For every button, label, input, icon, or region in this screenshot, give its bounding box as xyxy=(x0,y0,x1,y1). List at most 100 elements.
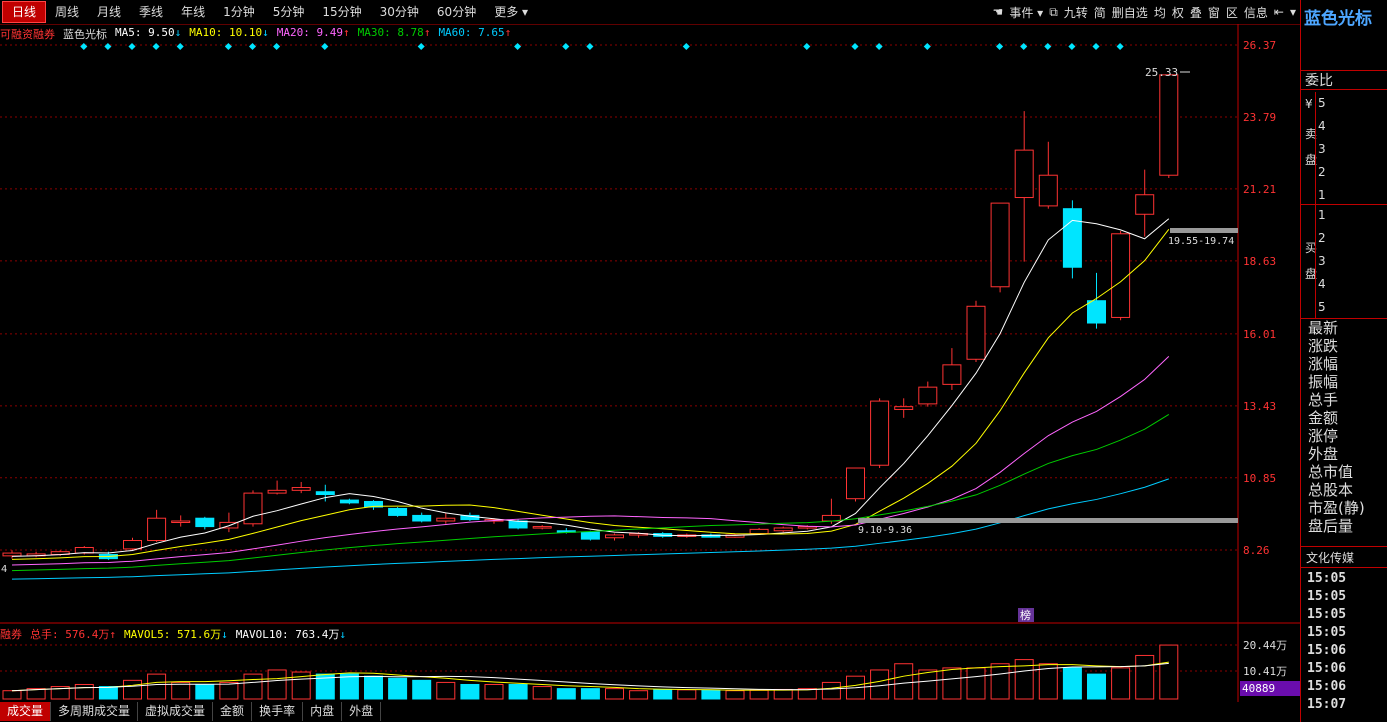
price-tick-label: 16.01 xyxy=(1243,328,1276,341)
quote-fields: 最新 涨跌 涨幅 振幅 总手 金额 涨停 外盘 总市值 总股本 市盈(静) 盘后… xyxy=(1301,318,1387,535)
volume-bar xyxy=(894,663,914,700)
candle-body xyxy=(267,489,287,494)
tab-inner-volume[interactable]: 内盘 xyxy=(303,702,343,721)
collapse-left-icon[interactable]: ⇤ xyxy=(1274,5,1284,19)
tab-outer-volume[interactable]: 外盘 xyxy=(342,702,382,721)
arrow-down-icon: ↓ xyxy=(174,26,182,39)
candle-body xyxy=(147,517,167,542)
price-tick-label: 18.63 xyxy=(1243,255,1276,268)
volume-bar xyxy=(388,677,408,700)
signal-marker xyxy=(417,42,425,51)
volume-bar xyxy=(460,683,480,700)
volume-bar xyxy=(219,681,239,700)
field-total-shares: 总股本 xyxy=(1308,481,1354,499)
tab-virtual-volume[interactable]: 虚拟成交量 xyxy=(138,702,214,721)
volume-bar xyxy=(339,673,359,700)
signal-marker xyxy=(176,42,184,51)
volume-bar xyxy=(123,679,142,700)
tab-1min[interactable]: 1分钟 xyxy=(214,2,264,22)
rank-badge: 榜 xyxy=(1020,608,1031,622)
nine-turn-button[interactable]: 九转 xyxy=(1064,4,1088,21)
volume-bar xyxy=(653,688,673,700)
tab-15min[interactable]: 15分钟 xyxy=(313,2,370,22)
trade-time: 15:06 xyxy=(1307,643,1347,658)
ma5-legend: MA5: 9.50↓ xyxy=(115,26,181,42)
candle-body xyxy=(532,526,552,529)
volume-bar xyxy=(725,690,745,700)
volume-bar xyxy=(171,681,191,700)
total-volume-legend: 总手: 576.4万↑ xyxy=(30,626,116,642)
chevron-down-icon: ▾ xyxy=(522,5,529,19)
rights-button[interactable]: 权 xyxy=(1172,4,1184,21)
indicator-name: 蓝色光标 xyxy=(63,28,107,41)
tab-amount[interactable]: 金额 xyxy=(213,702,253,721)
info-button[interactable]: 信息 xyxy=(1244,4,1268,21)
range-button[interactable]: 区 xyxy=(1226,4,1238,21)
ma60-value: MA60: 7.65 xyxy=(438,26,505,39)
arrow-up-icon: ↑ xyxy=(423,26,431,39)
sell-level: 3 xyxy=(1318,142,1326,156)
candle-body xyxy=(291,487,311,491)
tab-60min[interactable]: 60分钟 xyxy=(428,2,485,22)
tab-turnover[interactable]: 换手率 xyxy=(252,702,304,721)
volume-bar xyxy=(195,683,215,700)
menu-icon[interactable]: ▾ xyxy=(1290,5,1296,19)
candle-body xyxy=(1062,208,1082,268)
sector-label[interactable]: 文化传媒 xyxy=(1301,546,1387,568)
tab-yearly[interactable]: 年线 xyxy=(172,2,214,22)
support-band xyxy=(858,518,1238,523)
signal-marker xyxy=(586,42,594,51)
volume-bar xyxy=(147,673,167,700)
tab-5min[interactable]: 5分钟 xyxy=(264,2,314,22)
left-edge-label: 4 xyxy=(1,564,7,575)
signal-marker xyxy=(152,42,160,51)
high-price-label: 25.33 xyxy=(1145,66,1178,79)
volume-bar xyxy=(821,681,841,700)
hand-icon[interactable]: ☚ xyxy=(993,5,1004,19)
tab-30min[interactable]: 30分钟 xyxy=(371,2,428,22)
volume-tick-label: 20.44万 xyxy=(1243,639,1287,652)
chart-area[interactable]: 26.37 23.79 21.21 18.63 16.01 13.43 10.85 8.26 2… xyxy=(0,0,1300,722)
signal-marker xyxy=(104,42,112,51)
trade-time: 15:06 xyxy=(1307,679,1347,694)
volume-bar xyxy=(412,679,432,700)
tab-more[interactable]: 更多 ▾ xyxy=(485,2,537,22)
arrow-up-icon: ↑ xyxy=(504,26,512,39)
ma30-legend: MA30: 8.78↑ xyxy=(358,26,431,42)
trade-time: 15:05 xyxy=(1307,589,1347,604)
price-tick-label: 23.79 xyxy=(1243,111,1276,124)
sell-book: ¥ 卖 盘 5 4 3 2 1 xyxy=(1301,92,1387,207)
volume-bar xyxy=(749,689,769,700)
candle-body xyxy=(339,499,359,504)
candle-body xyxy=(171,520,191,523)
buy-level: 2 xyxy=(1318,231,1326,245)
ma60-legend: MA60: 7.65↑ xyxy=(438,26,511,42)
simple-button[interactable]: 简 xyxy=(1094,4,1106,21)
signal-marker xyxy=(1068,42,1076,51)
tab-weekly[interactable]: 周线 xyxy=(46,2,88,22)
window-button[interactable]: 窗 xyxy=(1208,4,1220,21)
event-button[interactable]: 事件 ▾ xyxy=(1009,4,1043,21)
candle-body xyxy=(412,514,432,522)
stock-name: 蓝色光标 xyxy=(1304,9,1372,29)
tab-quarterly[interactable]: 季线 xyxy=(130,2,172,22)
copy-icon[interactable]: ⧉ xyxy=(1049,5,1058,20)
remove-watchlist-button[interactable]: 删自选 xyxy=(1112,4,1148,21)
volume-bar xyxy=(1159,644,1179,700)
tab-monthly[interactable]: 月线 xyxy=(88,2,130,22)
tab-volume[interactable]: 成交量 xyxy=(0,702,52,721)
field-market-cap: 总市值 xyxy=(1308,463,1354,481)
overlay-button[interactable]: 叠 xyxy=(1190,4,1202,21)
tab-more-label: 更多 xyxy=(494,5,519,19)
signal-marker xyxy=(875,42,883,51)
signal-marker xyxy=(248,42,257,51)
field-limit-up: 涨停 xyxy=(1308,427,1339,445)
tab-daily[interactable]: 日线 xyxy=(2,1,47,23)
candle-body xyxy=(966,305,986,360)
tab-multi-period-volume[interactable]: 多周期成交量 xyxy=(51,702,139,721)
volume-bar xyxy=(773,688,793,700)
average-button[interactable]: 均 xyxy=(1154,4,1166,21)
ma30-value: MA30: 8.78 xyxy=(357,26,424,39)
buy-book: 买 盘 1 2 3 4 5 xyxy=(1301,204,1387,319)
price-tick-label: 21.21 xyxy=(1243,183,1276,196)
